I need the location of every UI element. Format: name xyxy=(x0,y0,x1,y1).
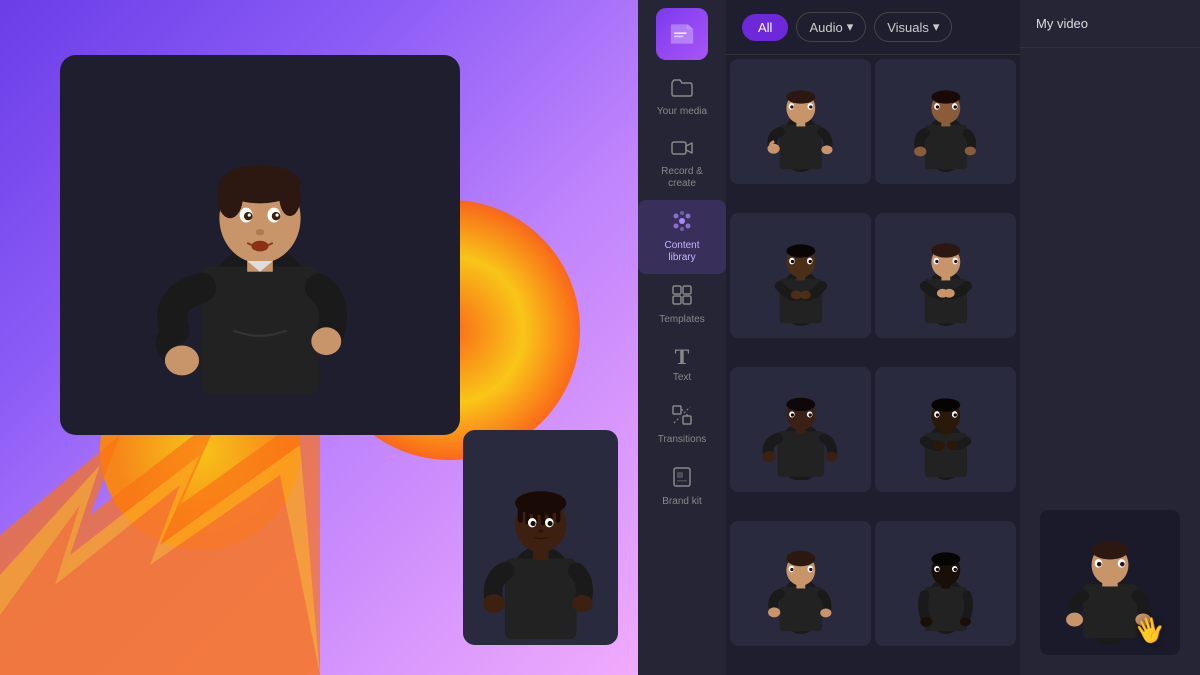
my-video-header: My video xyxy=(1020,0,1200,48)
sidebar: Your media Record & create xyxy=(638,0,726,675)
video-preview-card[interactable]: 🖐 xyxy=(1040,510,1180,655)
chevron-down-icon: ▾ xyxy=(847,19,854,35)
grid-cell-5[interactable] xyxy=(730,367,871,492)
avatar-thumbnail-7 xyxy=(755,534,847,634)
small-avatar-card xyxy=(463,430,618,645)
sidebar-item-brand-kit[interactable]: Brand kit xyxy=(638,456,726,518)
grid-cell-2[interactable] xyxy=(875,59,1016,184)
grid-cell-6[interactable] xyxy=(875,367,1016,492)
grid-cell-4[interactable] xyxy=(875,213,1016,338)
filter-visuals-button[interactable]: Visuals ▾ xyxy=(874,12,952,42)
avatar-thumbnail-1 xyxy=(755,72,847,172)
app-logo[interactable] xyxy=(656,8,708,60)
main-content: All Audio ▾ Visuals ▾ xyxy=(726,0,1020,675)
sidebar-label-text: Text xyxy=(673,372,691,384)
sidebar-label-templates: Templates xyxy=(659,314,705,326)
sidebar-label-record: Record & create xyxy=(661,166,703,190)
sidebar-item-transitions[interactable]: Transitions xyxy=(638,394,726,456)
small-avatar-figure xyxy=(471,435,611,639)
sidebar-label-brand: Brand kit xyxy=(662,496,701,508)
avatar-grid xyxy=(726,55,1020,675)
templates-icon xyxy=(671,284,693,310)
avatar-thumbnail-6 xyxy=(900,380,992,480)
filter-bar: All Audio ▾ Visuals ▾ xyxy=(726,0,1020,55)
grid-cell-7[interactable] xyxy=(730,521,871,646)
folder-icon xyxy=(671,78,693,102)
sidebar-label-your-media: Your media xyxy=(657,106,707,118)
chevron-down-icon: ▾ xyxy=(933,19,940,35)
avatar-thumbnail-8 xyxy=(900,534,992,634)
filter-all-button[interactable]: All xyxy=(742,14,788,41)
main-avatar-card xyxy=(60,55,460,435)
right-panel: Your media Record & create xyxy=(638,0,1200,675)
my-video-panel: My video � xyxy=(1020,0,1200,675)
sidebar-item-record-create[interactable]: Record & create xyxy=(638,128,726,200)
my-video-content: 🖐 xyxy=(1020,48,1200,675)
transitions-icon xyxy=(671,404,693,430)
avatar-thumbnail-4 xyxy=(900,226,992,326)
filter-audio-button[interactable]: Audio ▾ xyxy=(796,12,866,42)
sidebar-item-templates[interactable]: Templates xyxy=(638,274,726,336)
avatar-thumbnail-2 xyxy=(900,72,992,172)
text-icon: T xyxy=(675,346,690,368)
avatar-thumbnail-5 xyxy=(755,380,847,480)
sidebar-item-content-library[interactable]: Content library xyxy=(638,200,726,274)
grid-cell-8[interactable] xyxy=(875,521,1016,646)
main-avatar-figure xyxy=(110,74,410,416)
brand-icon xyxy=(672,466,692,492)
sidebar-label-content-library: Content library xyxy=(664,240,699,264)
avatar-thumbnail-3 xyxy=(755,226,847,326)
sidebar-item-text[interactable]: T Text xyxy=(638,336,726,394)
record-icon xyxy=(671,138,693,162)
grid-cell-1[interactable] xyxy=(730,59,871,184)
sidebar-label-transitions: Transitions xyxy=(658,434,707,446)
grid-cell-3[interactable] xyxy=(730,213,871,338)
sidebar-item-your-media[interactable]: Your media xyxy=(638,68,726,128)
preview-area xyxy=(0,0,638,675)
content-library-icon xyxy=(671,210,693,236)
